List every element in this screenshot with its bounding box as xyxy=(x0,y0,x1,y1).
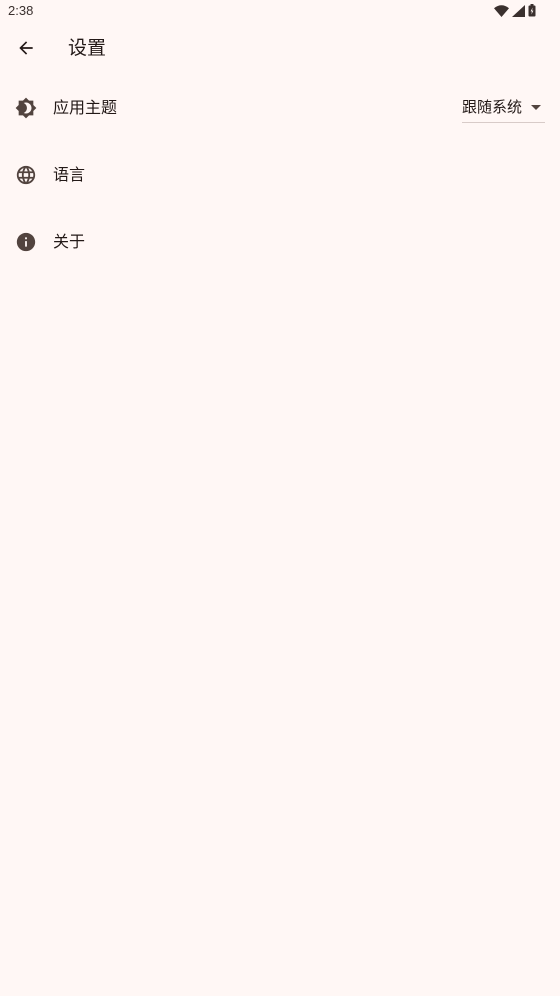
settings-item-label: 应用主题 xyxy=(53,98,118,117)
caret-down-icon xyxy=(531,105,541,110)
settings-item-language[interactable]: 语言 xyxy=(0,145,560,205)
wifi-icon xyxy=(494,4,509,17)
theme-dropdown[interactable]: 跟随系统 xyxy=(462,94,545,123)
settings-item-label: 关于 xyxy=(53,232,86,251)
page-title: 设置 xyxy=(68,37,107,59)
arrow-back-icon xyxy=(19,41,33,55)
brightness-icon xyxy=(15,97,37,119)
back-button[interactable] xyxy=(4,28,48,68)
status-bar: 2:38 xyxy=(0,0,560,24)
theme-dropdown-value: 跟随系统 xyxy=(462,98,523,116)
battery-icon xyxy=(528,4,536,17)
settings-item-theme[interactable]: 应用主题 跟随系统 xyxy=(0,78,560,138)
top-app-bar: 设置 xyxy=(0,24,560,72)
status-icons xyxy=(494,4,536,17)
status-time: 2:38 xyxy=(8,3,34,18)
info-icon xyxy=(16,232,36,252)
globe-icon xyxy=(16,165,36,185)
settings-item-about[interactable]: 关于 xyxy=(0,212,560,272)
settings-item-label: 语言 xyxy=(53,165,86,184)
signal-icon xyxy=(512,4,525,17)
